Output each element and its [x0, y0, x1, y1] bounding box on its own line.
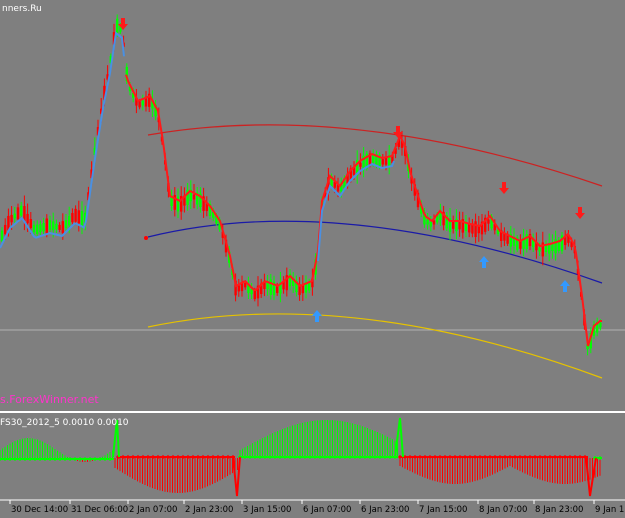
- candle-body: [80, 210, 84, 227]
- candle-body: [58, 224, 61, 230]
- candle-body: [551, 243, 554, 252]
- candle-body: [429, 221, 432, 227]
- time-axis-label: 31 Dec 06:00: [71, 505, 128, 515]
- candle-body: [487, 219, 490, 224]
- candle-body: [381, 159, 384, 165]
- candle-body: [71, 212, 74, 223]
- candle-body: [52, 221, 55, 231]
- candle-body: [138, 101, 141, 108]
- candle-body: [116, 18, 119, 34]
- candle-body: [68, 216, 71, 226]
- time-axis-label: 7 Jan 15:00: [419, 505, 467, 515]
- time-axis-label: 2 Jan 07:00: [129, 505, 177, 515]
- candle-body: [141, 100, 144, 106]
- candle-body: [253, 290, 256, 300]
- candle-body: [4, 224, 7, 235]
- indicator-label: FS30_2012_5 0.0010 0.0010: [0, 418, 129, 428]
- candle-body: [599, 322, 602, 328]
- candle-body: [544, 245, 548, 253]
- candle-body: [32, 224, 36, 233]
- time-axis-label: 30 Dec 14:00: [11, 505, 68, 515]
- time-axis-label: 9 Jan 15: [595, 505, 625, 515]
- candle-body: [55, 223, 58, 230]
- candle-body: [20, 205, 23, 216]
- candle-body: [474, 221, 477, 237]
- candle-body: [244, 283, 247, 288]
- candle-body: [359, 162, 362, 167]
- candle-body: [13, 213, 16, 219]
- candle-body: [477, 226, 480, 234]
- candle-body: [0, 230, 4, 242]
- candle-body: [452, 221, 455, 229]
- candle-body: [74, 208, 77, 222]
- candle-body: [39, 224, 42, 233]
- time-axis-label: 2 Jan 23:00: [185, 505, 233, 515]
- candle-body: [61, 221, 64, 234]
- time-axis-label: 3 Jan 15:00: [243, 505, 291, 515]
- candle-body: [36, 224, 39, 234]
- price-chart[interactable]: nners.Ru s.ForexWinner.net FS30_2012_5 0…: [0, 0, 625, 518]
- candle-body: [64, 220, 68, 228]
- candle-body: [10, 214, 13, 223]
- candle-body: [237, 285, 240, 292]
- time-axis-label: 6 Jan 07:00: [303, 505, 351, 515]
- candle-body: [426, 219, 429, 225]
- candle-body: [42, 223, 45, 232]
- candle-body: [16, 207, 20, 220]
- site-header-text: nners.Ru: [2, 4, 42, 14]
- candle-body: [276, 286, 279, 293]
- candle-body: [266, 282, 269, 290]
- time-axis-label: 8 Jan 23:00: [535, 505, 583, 515]
- candle-body: [29, 219, 32, 229]
- candle-body: [45, 218, 48, 234]
- candle-body: [77, 210, 80, 224]
- candle-body: [519, 240, 522, 249]
- time-axis-label: 8 Jan 07:00: [479, 505, 527, 515]
- time-axis-label: 6 Jan 23:00: [361, 505, 409, 515]
- candle-body: [538, 247, 541, 252]
- candle-body: [384, 157, 388, 165]
- candle-body: [192, 194, 196, 200]
- candle-body: [26, 213, 29, 224]
- signal-dot: [144, 236, 148, 240]
- watermark-text: s.ForexWinner.net: [0, 393, 99, 406]
- candle-body: [48, 220, 52, 230]
